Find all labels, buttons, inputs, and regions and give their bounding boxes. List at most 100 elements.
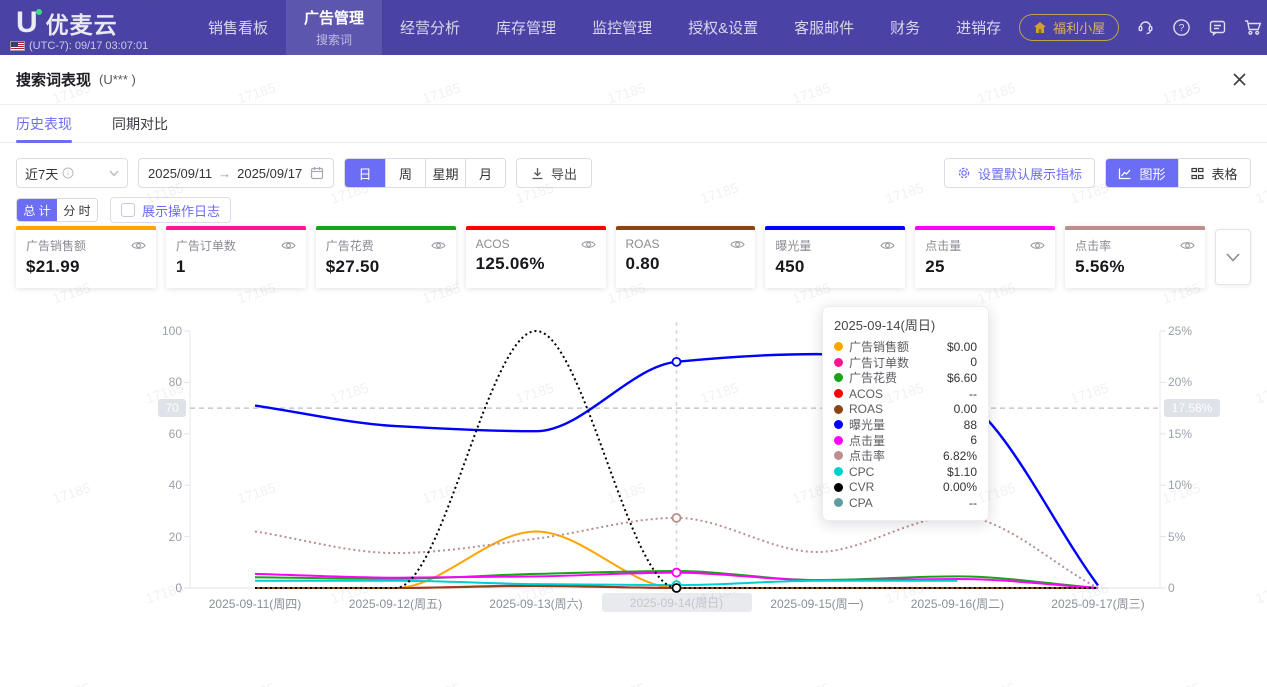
eye-icon[interactable]: [281, 240, 296, 251]
axis-tick-label: 100: [146, 324, 182, 338]
show-operation-log-checkbox[interactable]: 展示操作日志: [110, 197, 231, 223]
axis-tick-label: 0: [1168, 581, 1224, 595]
tab-label: 同期对比: [112, 114, 168, 134]
feedback-icon[interactable]: [1207, 18, 1227, 38]
nav-item[interactable]: 广告管理 搜索词: [286, 0, 382, 55]
nav-item[interactable]: 监控管理: [574, 0, 670, 55]
nav-item[interactable]: 财务: [872, 0, 938, 55]
total-toggle[interactable]: 总 计: [17, 199, 57, 221]
hourly-toggle[interactable]: 分 时: [57, 199, 97, 221]
hover-marker: [673, 569, 681, 577]
logo-letter: U: [16, 6, 38, 39]
tooltip-row: CVR 0.00%: [834, 479, 977, 495]
granularity-option[interactable]: 星期: [425, 159, 465, 187]
axis-tick-label: 80: [146, 375, 182, 389]
granularity-option[interactable]: 周: [385, 159, 425, 187]
eye-icon[interactable]: [1180, 240, 1195, 251]
series-dot: [834, 373, 843, 382]
metric-card: 广告订单数 1: [166, 226, 306, 288]
series-dot: [834, 436, 843, 445]
nav-item[interactable]: 授权&设置: [670, 0, 776, 55]
eye-icon[interactable]: [880, 240, 895, 251]
nav-item-label: 监控管理: [592, 17, 652, 38]
table-view-button[interactable]: 表格: [1178, 159, 1250, 187]
x-axis-label: 2025-09-13(周六): [461, 595, 611, 612]
nav-item[interactable]: 销售看板: [190, 0, 286, 55]
refline-right-badge: 17.58%: [1164, 399, 1220, 417]
metric-label: 点击率: [1075, 237, 1111, 254]
axis-tick-label: 0: [146, 581, 182, 595]
view-toggle: 图形 表格: [1105, 158, 1251, 188]
metric-value: $27.50: [316, 254, 456, 277]
refline-left-badge: 70: [158, 399, 186, 417]
chart-canvas[interactable]: [0, 314, 1267, 614]
axis-tick-label: 10%: [1168, 478, 1224, 492]
eye-icon[interactable]: [730, 239, 745, 250]
eye-icon[interactable]: [581, 239, 596, 250]
series-name: 广告销售额: [849, 338, 909, 355]
metric-label: 曝光量: [775, 237, 811, 254]
metric-label: 广告订单数: [176, 237, 236, 254]
nav-item[interactable]: 进销存: [938, 0, 1019, 55]
nav-item[interactable]: 客服邮件: [776, 0, 872, 55]
expand-cards-button[interactable]: [1215, 229, 1251, 285]
brand-name: 优麦云: [46, 6, 118, 40]
cart-icon[interactable]: [1243, 18, 1263, 38]
nav-item-label: 财务: [890, 17, 920, 38]
series-line: [255, 581, 958, 585]
eye-icon[interactable]: [131, 240, 146, 251]
metric-value: 1: [166, 254, 306, 277]
nav-item[interactable]: 库存管理: [478, 0, 574, 55]
tab-bar: 历史表现 同期对比: [0, 105, 1267, 143]
metric-cards: 广告销售额 $21.99 广告订单数: [0, 226, 1267, 288]
hover-marker: [673, 358, 681, 366]
series-dot: [834, 483, 843, 492]
toolbar: 近7天 i 2025/09/11 → 2025/09/17: [0, 158, 1267, 188]
tooltip-row: 广告销售额 $0.00: [834, 339, 977, 355]
top-nav-bar: U 优麦云 (UTC-7): 09/17 03:07:01 销售看板 广告管理 …: [0, 0, 1267, 55]
help-icon[interactable]: ?: [1171, 18, 1191, 38]
metric-value: 125.06%: [466, 251, 606, 274]
date-range-preset-select[interactable]: 近7天 i: [16, 158, 128, 188]
eye-icon[interactable]: [1030, 240, 1045, 251]
line-chart-icon: [1118, 167, 1132, 180]
granularity-option[interactable]: 月: [465, 159, 505, 187]
metric-card: ROAS 0.80: [616, 226, 756, 288]
series-value: --: [969, 387, 977, 401]
checkbox[interactable]: [121, 203, 135, 217]
tooltip-row: CPC $1.10: [834, 464, 977, 480]
metric-card: 广告销售额 $21.99: [16, 226, 156, 288]
set-default-metrics-button[interactable]: 设置默认展示指标: [944, 158, 1095, 188]
axis-tick-label: 15%: [1168, 427, 1224, 441]
metric-card: 广告花费 $27.50: [316, 226, 456, 288]
eye-icon[interactable]: [431, 240, 446, 251]
watermark-text: 17185: [605, 679, 647, 687]
welfare-label: 福利小屋: [1053, 18, 1105, 37]
series-name: 点击率: [849, 447, 885, 464]
export-button[interactable]: 导出: [516, 158, 592, 188]
page-title: 搜索词表现: [16, 69, 91, 90]
customer-service-icon[interactable]: [1135, 18, 1155, 38]
toolbar-right: 设置默认展示指标 图形 表格: [944, 158, 1251, 188]
tab[interactable]: 历史表现: [16, 105, 72, 142]
app-logo-icon: U: [16, 8, 38, 38]
tab[interactable]: 同期对比: [112, 105, 168, 142]
start-date: 2025/09/11: [148, 166, 212, 181]
tooltip-date: 2025-09-14(周日): [834, 315, 977, 334]
hover-marker: [673, 584, 681, 592]
chart-view-button[interactable]: 图形: [1106, 159, 1178, 187]
metric-label: 广告销售额: [26, 237, 86, 254]
brand-block: U 优麦云 (UTC-7): 09/17 03:07:01: [0, 0, 190, 55]
nav-item[interactable]: 经营分析: [382, 0, 478, 55]
series-value: 0.00: [954, 402, 977, 416]
welfare-house-button[interactable]: 福利小屋: [1019, 14, 1119, 41]
close-icon[interactable]: [1232, 72, 1247, 87]
tooltip-row: 曝光量 88: [834, 417, 977, 433]
series-value: 0.00%: [943, 480, 977, 494]
line-chart[interactable]: 70 17.58% 2025-09-14(周日) 广告销售额 $0.00 广告订…: [0, 314, 1267, 634]
series-dot: [834, 498, 843, 507]
series-value: 88: [964, 418, 977, 432]
granularity-toggle: 日 周 星期 月: [344, 158, 506, 188]
date-range-input[interactable]: 2025/09/11 → 2025/09/17: [138, 158, 334, 188]
granularity-option[interactable]: 日: [345, 159, 385, 187]
